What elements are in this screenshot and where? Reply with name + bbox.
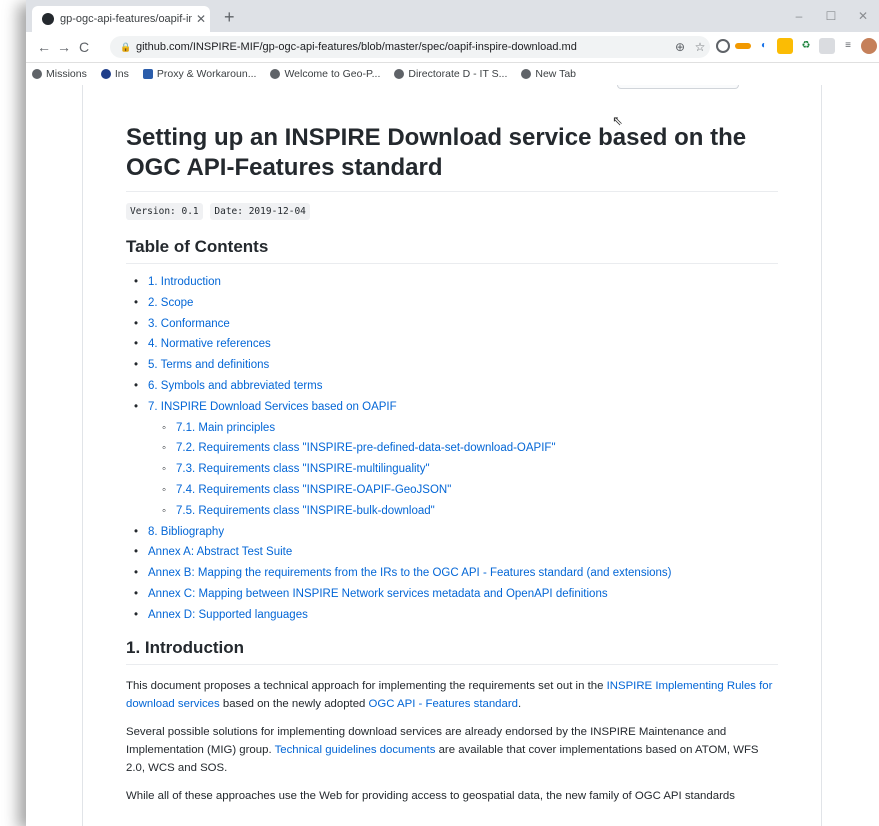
extensions: ◐ ♻ ≡ ⋮	[716, 38, 879, 54]
extension-recycle-icon[interactable]: ♻	[798, 38, 814, 54]
toc-link[interactable]: Annex C: Mapping between INSPIRE Network…	[148, 588, 608, 600]
address-bar[interactable]: 🔒 github.com/INSPIRE-MIF/gp-ogc-api-feat…	[110, 36, 710, 58]
bookmark-item[interactable]: Welcome to Geo-P...	[270, 68, 380, 80]
toc-item: Annex C: Mapping between INSPIRE Network…	[134, 584, 778, 605]
minimize-icon[interactable]: –	[783, 0, 815, 32]
intro-paragraph: This document proposes a technical appro…	[126, 679, 773, 710]
toc-item: 7.4. Requirements class "INSPIRE-OAPIF-G…	[134, 480, 778, 501]
toc-link[interactable]: 5. Terms and definitions	[148, 359, 269, 371]
tab-title: gp-ogc-api-features/oapif-inspi	[60, 13, 192, 25]
globe-icon	[270, 69, 281, 79]
bookmark-item[interactable]: New Tab	[521, 68, 576, 80]
paragraph: While all of these approaches use the We…	[126, 789, 735, 802]
window-controls: – ☐ ✕	[783, 0, 879, 32]
ins-icon	[100, 69, 111, 79]
browser-tab[interactable]: gp-ogc-api-features/oapif-inspi ✕	[32, 6, 210, 32]
bookmark-item[interactable]: Missions	[32, 68, 87, 80]
maximize-icon[interactable]: ☐	[815, 0, 847, 32]
date-label: Date: 2019-12-04	[210, 203, 310, 220]
back-icon[interactable]: ←	[34, 39, 54, 55]
avatar[interactable]	[861, 38, 877, 54]
toc-link[interactable]: 3. Conformance	[148, 318, 230, 330]
toc-link[interactable]: 7.2. Requirements class "INSPIRE-pre-def…	[176, 442, 556, 454]
technical-guidelines-link[interactable]: Technical guidelines documents	[275, 744, 436, 756]
bookmarks-bar: Missions Ins Proxy & Workaroun... Welcom…	[26, 63, 879, 86]
browser-toolbar: ← → C 🔒 github.com/INSPIRE-MIF/gp-ogc-ap…	[26, 32, 879, 63]
markdown-body: Setting up an INSPIRE Download service b…	[126, 123, 778, 805]
toc-item: 4. Normative references	[134, 334, 778, 355]
new-tab-button[interactable]: +	[224, 7, 235, 28]
forward-icon[interactable]: →	[54, 39, 74, 55]
toc-item: 2. Scope	[134, 293, 778, 314]
close-window-icon[interactable]: ✕	[847, 0, 879, 32]
bookmark-item[interactable]: Directorate D - IT S...	[394, 68, 507, 80]
toc-item: 7.3. Requirements class "INSPIRE-multili…	[134, 459, 778, 480]
zoom-icon[interactable]: ⊕	[670, 40, 690, 54]
toc-item: 7.1. Main principles	[134, 418, 778, 439]
toc-link[interactable]: 7.4. Requirements class "INSPIRE-OAPIF-G…	[176, 484, 451, 496]
toc-link[interactable]: 4. Normative references	[148, 338, 271, 350]
toc-link[interactable]: 7. INSPIRE Download Services based on OA…	[148, 401, 397, 413]
toc-link[interactable]: 6. Symbols and abbreviated terms	[148, 380, 323, 392]
toc-link[interactable]: 2. Scope	[148, 297, 193, 309]
extension-clipboard-icon[interactable]	[819, 38, 835, 54]
toc-item: 1. Introduction	[134, 272, 778, 293]
page-title: Setting up an INSPIRE Download service b…	[126, 123, 778, 192]
paragraph: Several possible solutions for implement…	[126, 725, 759, 774]
extension-puzzle-icon[interactable]	[777, 38, 793, 54]
toc-item: 3. Conformance	[134, 314, 778, 335]
extension-circle-icon[interactable]	[716, 39, 730, 53]
toc-item: Annex D: Supported languages	[134, 605, 778, 626]
file-toolbar-stub	[617, 85, 739, 89]
bookmark-star-icon[interactable]: ☆	[690, 40, 710, 54]
extension-bar-icon[interactable]	[735, 43, 751, 49]
page-viewport[interactable]: ⇖ Setting up an INSPIRE Download service…	[26, 85, 879, 826]
url-text[interactable]: github.com/INSPIRE-MIF/gp-ogc-api-featur…	[136, 41, 670, 53]
ogc-api-features-link[interactable]: OGC API - Features standard	[369, 698, 518, 710]
globe-icon	[32, 69, 42, 79]
eu-flag-icon	[142, 69, 153, 79]
table-of-contents: 1. Introduction 2. Scope 3. Conformance 4. …	[126, 272, 778, 626]
toc-item: Annex A: Abstract Test Suite	[134, 542, 778, 563]
bookmark-item[interactable]: Ins	[100, 68, 129, 80]
close-tab-icon[interactable]: ✕	[192, 12, 210, 26]
toc-link[interactable]: 7.3. Requirements class "INSPIRE-multili…	[176, 463, 430, 475]
toc-item: 6. Symbols and abbreviated terms	[134, 376, 778, 397]
globe-icon	[394, 69, 405, 79]
reload-icon[interactable]: C	[74, 39, 94, 55]
github-icon	[42, 13, 54, 25]
lock-icon: 🔒	[120, 41, 132, 52]
toc-link[interactable]: Annex D: Supported languages	[148, 609, 308, 621]
toc-item: 7. INSPIRE Download Services based on OA…	[134, 397, 778, 418]
toc-link[interactable]: 8. Bibliography	[148, 526, 224, 538]
toc-item: 7.2. Requirements class "INSPIRE-pre-def…	[134, 438, 778, 459]
toc-link[interactable]: Annex A: Abstract Test Suite	[148, 546, 292, 558]
toc-item: 8. Bibliography	[134, 522, 778, 543]
section-heading-introduction: 1. Introduction	[126, 638, 778, 665]
toc-item: Annex B: Mapping the requirements from t…	[134, 563, 778, 584]
toc-link[interactable]: 1. Introduction	[148, 276, 221, 288]
reading-list-icon[interactable]: ≡	[840, 38, 856, 54]
globe-icon	[521, 69, 532, 79]
toc-heading: Table of Contents	[126, 237, 778, 264]
version-label: Version: 0.1	[126, 203, 203, 220]
toc-link[interactable]: Annex B: Mapping the requirements from t…	[148, 567, 672, 579]
toc-link[interactable]: 7.1. Main principles	[176, 422, 275, 434]
extension-shield-icon[interactable]: ◐	[756, 38, 772, 54]
toc-link[interactable]: 7.5. Requirements class "INSPIRE-bulk-do…	[176, 505, 435, 517]
version-info: Version: 0.1 Date: 2019-12-04	[126, 203, 778, 220]
browser-window: gp-ogc-api-features/oapif-inspi ✕ + – ☐ …	[26, 0, 879, 826]
bookmark-item[interactable]: Proxy & Workaroun...	[142, 68, 256, 80]
toc-item: 7.5. Requirements class "INSPIRE-bulk-do…	[134, 501, 778, 522]
tab-strip: gp-ogc-api-features/oapif-inspi ✕ + – ☐ …	[26, 0, 879, 32]
toc-item: 5. Terms and definitions	[134, 355, 778, 376]
